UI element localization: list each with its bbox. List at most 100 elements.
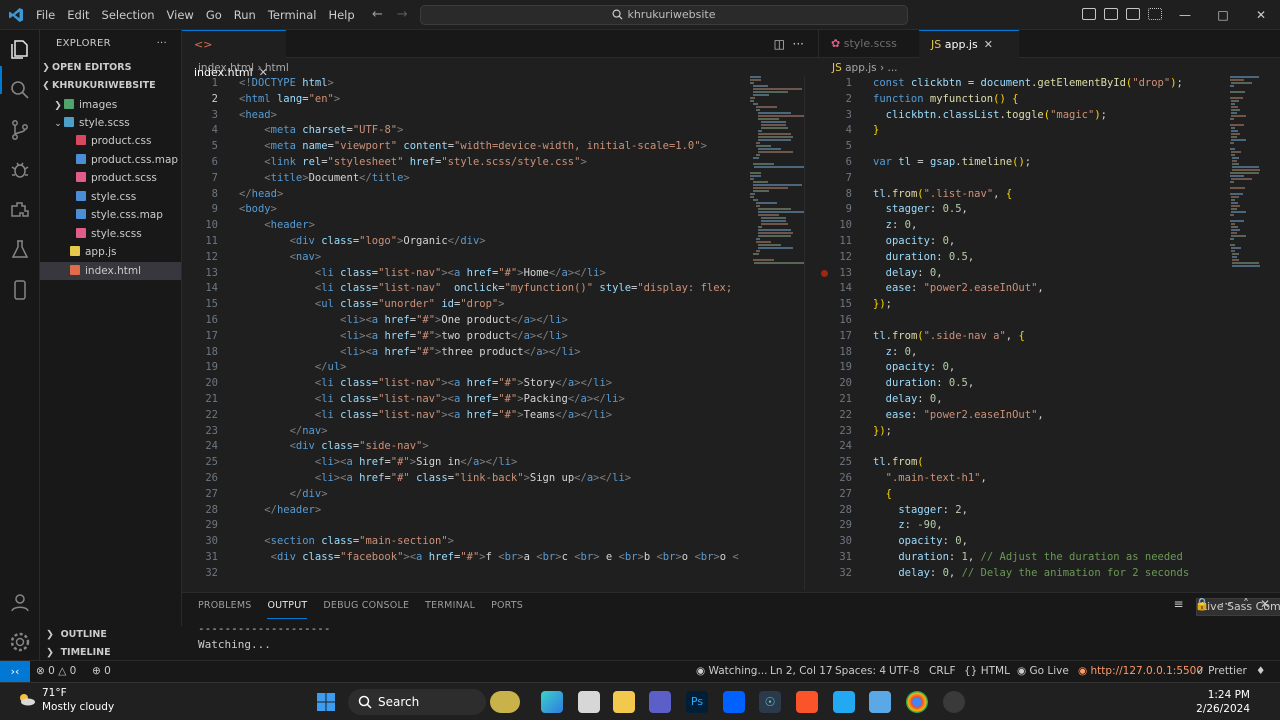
end-of-line[interactable]: CRLF xyxy=(929,661,956,682)
left-code-area[interactable]: <!DOCTYPE html> <html lang="en"> <head> <m… xyxy=(239,76,745,590)
tree-item-style-css-map[interactable]: style.css.map xyxy=(40,206,181,224)
more-actions-icon[interactable]: ··· xyxy=(157,30,167,58)
obs-icon[interactable] xyxy=(943,691,965,713)
notifications-bell-icon[interactable]: ♦ xyxy=(1256,661,1265,682)
windows-start-icon[interactable] xyxy=(315,691,337,713)
manage-gear-icon[interactable] xyxy=(8,630,32,654)
tree-item-images[interactable]: ❯ images xyxy=(40,96,181,114)
remote-indicator-icon[interactable]: ›‹ xyxy=(0,661,30,682)
tree-item-index-html[interactable]: index.html xyxy=(40,262,181,280)
breadcrumb-more[interactable]: ... xyxy=(888,62,898,74)
indentation[interactable]: Spaces: 4 xyxy=(835,661,886,682)
source-control-icon[interactable] xyxy=(8,118,32,142)
app-icon[interactable] xyxy=(869,691,891,713)
breakpoint-icon[interactable] xyxy=(821,270,828,277)
accounts-icon[interactable] xyxy=(8,590,32,614)
copilot-icon[interactable] xyxy=(541,691,563,713)
tab-output[interactable]: OUTPUT xyxy=(267,593,308,619)
outline-section[interactable]: ❯ OUTLINE xyxy=(40,626,182,644)
sass-watching-status[interactable]: ◉ Watching... xyxy=(696,661,767,682)
vscode-taskbar-icon[interactable] xyxy=(833,691,855,713)
menu-selection[interactable]: Selection xyxy=(96,0,161,30)
code-line: <link rel="stylesheet" href="style.scss/… xyxy=(264,155,587,168)
more-actions-icon[interactable]: ··· xyxy=(1220,597,1231,611)
close-tab-icon[interactable]: ✕ xyxy=(984,38,993,51)
close-panel-icon[interactable]: ✕ xyxy=(1260,597,1270,611)
breadcrumb-file[interactable]: index.html xyxy=(198,62,254,74)
folder-app-icon[interactable] xyxy=(613,691,635,713)
tree-item-product-css[interactable]: product.css xyxy=(40,132,181,150)
minimap-line xyxy=(761,217,787,219)
tab-ports[interactable]: PORTS xyxy=(491,593,523,619)
customize-layout-icon[interactable] xyxy=(1148,8,1162,20)
dropbox-icon[interactable] xyxy=(723,691,745,713)
language-mode[interactable]: {} HTML xyxy=(964,661,1010,682)
menu-run[interactable]: Run xyxy=(228,0,262,30)
tree-item-style-scss[interactable]: style.scss xyxy=(40,225,181,243)
prettier-status[interactable]: ✓ Prettier xyxy=(1196,661,1247,682)
tab-terminal[interactable]: TERMINAL xyxy=(425,593,475,619)
weather-widget[interactable]: 71°F Mostly cloudy xyxy=(42,686,114,714)
right-code-area[interactable]: const clickbtn = document.getElementById… xyxy=(873,76,1225,590)
testing-icon[interactable] xyxy=(8,238,32,262)
menu-file[interactable]: File xyxy=(30,0,61,30)
menu-terminal[interactable]: Terminal xyxy=(262,0,323,30)
maximize-icon[interactable]: □ xyxy=(1204,0,1242,30)
minimize-icon[interactable]: — xyxy=(1166,0,1204,30)
tree-item-style-scss-folder[interactable]: ⌄ style.scss xyxy=(40,114,181,132)
explorer-icon[interactable] xyxy=(8,38,32,62)
chrome-icon[interactable] xyxy=(906,691,928,713)
clear-output-icon[interactable]: ≡ xyxy=(1173,597,1183,611)
ports-indicator[interactable]: ⊕ 0 xyxy=(92,661,111,682)
run-debug-icon[interactable] xyxy=(8,158,32,182)
breadcrumb-symbol[interactable]: html xyxy=(265,62,289,74)
toggle-primary-sidebar-icon[interactable] xyxy=(1082,8,1096,20)
problems-indicator[interactable]: ⊗ 0 △ 0 xyxy=(36,661,76,682)
left-scrollbar[interactable] xyxy=(804,76,816,590)
tree-item-style-css[interactable]: style.css xyxy=(40,188,181,206)
tab-app-js[interactable]: JS app.js ✕ xyxy=(919,30,1019,58)
brave-browser-icon[interactable] xyxy=(796,691,818,713)
right-minimap[interactable] xyxy=(1230,76,1270,316)
tab-debug-console[interactable]: DEBUG CONSOLE xyxy=(323,593,409,619)
live-server-url[interactable]: ◉ http://127.0.0.1:5500 xyxy=(1078,661,1203,682)
forward-arrow-icon[interactable]: → xyxy=(397,7,408,22)
vpn-app-icon[interactable]: ☉ xyxy=(759,691,781,713)
tab-problems[interactable]: PROBLEMS xyxy=(198,593,251,619)
search-highlight-icon[interactable] xyxy=(490,691,520,713)
search-view-icon[interactable] xyxy=(8,78,32,102)
teams-icon[interactable] xyxy=(649,691,671,713)
tree-item-app-js[interactable]: app.js xyxy=(40,243,181,261)
encoding[interactable]: UTF-8 xyxy=(889,661,920,682)
open-editors-section[interactable]: ❯ OPEN EDITORS xyxy=(40,59,181,77)
menu-help[interactable]: Help xyxy=(322,0,360,30)
breadcrumb-file[interactable]: app.js xyxy=(845,62,877,74)
cursor-position[interactable]: Ln 2, Col 17 xyxy=(770,661,833,682)
photoshop-icon[interactable]: Ps xyxy=(686,691,708,713)
workspace-root[interactable]: ❮ KHRUKURIWEBSITE xyxy=(40,77,181,95)
back-arrow-icon[interactable]: ← xyxy=(372,7,383,22)
remote-explorer-icon[interactable] xyxy=(8,278,32,302)
close-window-icon[interactable]: ✕ xyxy=(1242,0,1280,30)
split-editor-icon[interactable]: ◫ ··· xyxy=(774,37,804,51)
tree-item-product-css-map[interactable]: product.css.map xyxy=(40,151,181,169)
maximize-panel-icon[interactable]: ˄ xyxy=(1243,597,1249,611)
menu-edit[interactable]: Edit xyxy=(61,0,95,30)
file-explorer-app-icon[interactable] xyxy=(578,691,600,713)
left-minimap[interactable] xyxy=(750,76,804,416)
extensions-icon[interactable] xyxy=(8,198,32,222)
minimap-line xyxy=(755,154,760,156)
go-live-button[interactable]: ◉ Go Live xyxy=(1017,661,1069,682)
tab-index-html[interactable]: <> index.html ✕ xyxy=(182,30,286,79)
toggle-secondary-sidebar-icon[interactable] xyxy=(1126,8,1140,20)
line-number: 8 xyxy=(211,187,218,200)
toggle-panel-icon[interactable] xyxy=(1104,8,1118,20)
taskbar-search[interactable]: Search xyxy=(348,689,486,715)
tree-item-product-scss[interactable]: product.scss xyxy=(40,169,181,187)
lock-scroll-icon[interactable]: 🔒 xyxy=(1195,597,1210,611)
menu-go[interactable]: Go xyxy=(200,0,228,30)
command-center-search[interactable]: khrukuriwebsite xyxy=(420,5,908,25)
menu-view[interactable]: View xyxy=(161,0,200,30)
tab-style-scss[interactable]: ✿ style.scss xyxy=(819,30,919,58)
system-clock[interactable]: 1:24 PM 2/26/2024 xyxy=(1196,688,1250,716)
